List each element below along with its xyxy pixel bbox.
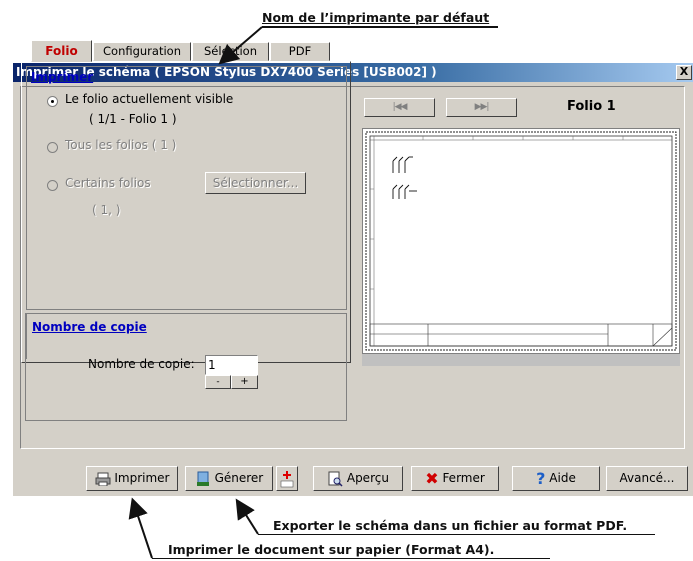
export-pdf-arrow (235, 498, 259, 535)
option-current-folio-label[interactable]: Le folio actuellement visible (65, 92, 233, 106)
preview-page (362, 128, 680, 354)
first-folio-button[interactable]: |◀◀ (364, 98, 435, 117)
some-folios-info: ( 1, ) (92, 203, 121, 217)
schematic-thumbnail (365, 131, 677, 351)
option-some-folios-label[interactable]: Certains folios (65, 176, 151, 190)
help-button[interactable]: ? Aide (512, 466, 600, 491)
copies-increment-button[interactable]: + (231, 375, 258, 389)
annotation-print-paper: Imprimer le document sur papier (Format … (168, 542, 495, 557)
tab-pdf[interactable]: PDF (270, 42, 330, 61)
annotation-export-pdf: Exporter le schéma dans un fichier au fo… (273, 518, 628, 533)
copies-input[interactable]: 1 (205, 355, 258, 375)
option-all-folios-label[interactable]: Tous les folios ( 1 ) (65, 138, 176, 152)
print-button[interactable]: Imprimer (86, 466, 178, 491)
print-paper-arrow (128, 497, 153, 559)
radio-some-folios[interactable] (47, 180, 58, 191)
help-icon: ? (536, 469, 546, 488)
select-folios-button[interactable]: Sélectionner... (205, 172, 306, 194)
close-button-label: Fermer (442, 471, 485, 485)
radio-current-folio[interactable] (47, 96, 58, 107)
close-x-icon: ✖ (425, 469, 439, 488)
tab-selection[interactable]: Sélection (192, 42, 269, 61)
pdf-options-button[interactable] (276, 466, 298, 491)
annotation-export-underline (258, 534, 655, 535)
print-button-label: Imprimer (114, 471, 170, 485)
print-preview-icon (328, 471, 343, 487)
last-folio-button[interactable]: ▶▶| (446, 98, 517, 117)
tab-configuration[interactable]: Configuration (93, 42, 191, 61)
close-button[interactable]: ✖ Fermer (411, 466, 499, 491)
preview-button-label: Aperçu (346, 471, 389, 485)
folio-label: Folio 1 (567, 99, 616, 114)
help-button-label: Aide (549, 471, 576, 485)
print-section-title: Imprimer (31, 70, 94, 84)
generate-button-label: Génerer (214, 471, 264, 485)
copies-decrement-button[interactable]: - (205, 375, 231, 389)
print-section: Imprimer Le folio actuellement visible (… (26, 66, 347, 310)
annotation-print-underline (152, 558, 550, 559)
add-pdf-icon (280, 471, 294, 488)
radio-all-folios[interactable] (47, 142, 58, 153)
tab-folio[interactable]: Folio (31, 40, 92, 62)
current-folio-info: ( 1/1 - Folio 1 ) (89, 112, 177, 126)
close-icon[interactable]: X (676, 65, 692, 80)
copies-label: Nombre de copie: (88, 357, 195, 371)
advanced-button[interactable]: Avancé... (606, 466, 688, 491)
printer-icon (95, 472, 111, 486)
generate-pdf-button[interactable]: Génerer (185, 466, 273, 491)
preview-button[interactable]: Aperçu (313, 466, 403, 491)
annotation-default-printer: Nom de l’imprimante par défaut (262, 10, 490, 25)
pdf-file-icon (196, 471, 209, 486)
